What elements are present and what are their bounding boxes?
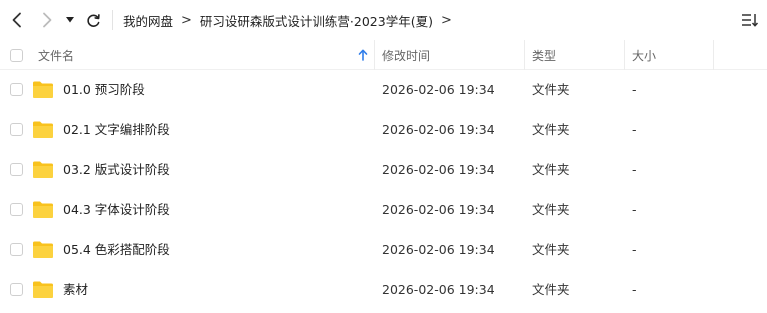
file-modified-time: 2026-02-06 19:34 — [382, 202, 495, 217]
row-checkbox[interactable] — [10, 243, 23, 256]
row-checkbox[interactable] — [10, 123, 23, 136]
file-modified-time: 2026-02-06 19:34 — [382, 282, 495, 297]
file-modified-time: 2026-02-06 19:34 — [382, 162, 495, 177]
caret-down-icon — [66, 17, 74, 23]
toolbar-divider — [112, 10, 113, 30]
row-checkbox[interactable] — [10, 283, 23, 296]
row-checkbox[interactable] — [10, 163, 23, 176]
row-checkbox[interactable] — [10, 83, 23, 96]
select-all-checkbox[interactable] — [10, 49, 23, 62]
file-name[interactable]: 素材 — [63, 270, 88, 310]
row-checkbox[interactable] — [10, 203, 23, 216]
file-size: - — [632, 82, 637, 97]
file-type: 文件夹 — [532, 282, 570, 297]
column-divider — [624, 40, 625, 70]
column-header-size[interactable]: 大小 — [624, 40, 714, 70]
forward-button[interactable] — [35, 8, 59, 32]
table-row[interactable]: 04.3 字体设计阶段 2026-02-06 19:34 文件夹 - — [0, 190, 767, 230]
table-row[interactable]: 素材 2026-02-06 19:34 文件夹 - — [0, 270, 767, 310]
column-divider — [374, 40, 375, 70]
sort-ascending-arrow-icon[interactable] — [358, 49, 368, 61]
breadcrumb: 我的网盘 > 研习设研森版式设计训练营·2023学年(夏) > — [123, 0, 460, 40]
history-dropdown-button[interactable] — [60, 8, 80, 32]
toolbar: 我的网盘 > 研习设研森版式设计训练营·2023学年(夏) > — [0, 0, 767, 40]
file-name[interactable]: 04.3 字体设计阶段 — [63, 190, 170, 230]
refresh-button[interactable] — [81, 8, 105, 32]
file-type: 文件夹 — [532, 162, 570, 177]
chevron-left-icon — [12, 12, 21, 28]
sort-options-button[interactable] — [739, 9, 761, 31]
back-button[interactable] — [5, 8, 29, 32]
sort-list-icon — [742, 14, 759, 27]
file-size: - — [632, 202, 637, 217]
column-header-name-label: 文件名 — [38, 48, 75, 63]
file-modified-time: 2026-02-06 19:34 — [382, 242, 495, 257]
column-header-type[interactable]: 类型 — [524, 40, 624, 70]
file-modified-time: 2026-02-06 19:34 — [382, 122, 495, 137]
column-header-size-label: 大小 — [632, 48, 657, 63]
breadcrumb-expand-icon[interactable]: > — [441, 13, 452, 28]
breadcrumb-item-current[interactable]: 研习设研森版式设计训练营·2023学年(夏) — [200, 11, 433, 30]
folder-icon — [33, 241, 53, 258]
table-row[interactable]: 05.4 色彩搭配阶段 2026-02-06 19:34 文件夹 - — [0, 230, 767, 270]
column-header-modified[interactable]: 修改时间 — [374, 40, 524, 70]
file-type: 文件夹 — [532, 242, 570, 257]
folder-icon — [33, 201, 53, 218]
folder-icon — [33, 121, 53, 138]
folder-icon — [33, 281, 53, 298]
file-type: 文件夹 — [532, 122, 570, 137]
file-size: - — [632, 162, 637, 177]
file-type: 文件夹 — [532, 82, 570, 97]
column-divider — [713, 40, 714, 70]
folder-icon — [33, 161, 53, 178]
file-type: 文件夹 — [532, 202, 570, 217]
file-size: - — [632, 242, 637, 257]
file-name[interactable]: 05.4 色彩搭配阶段 — [63, 230, 170, 270]
folder-icon — [33, 81, 53, 98]
chevron-right-icon — [43, 12, 52, 28]
breadcrumb-item-root[interactable]: 我的网盘 — [123, 11, 173, 30]
column-divider — [524, 40, 525, 70]
table-row[interactable]: 03.2 版式设计阶段 2026-02-06 19:34 文件夹 - — [0, 150, 767, 190]
column-header-type-label: 类型 — [532, 48, 557, 63]
column-header-name[interactable]: 文件名 — [38, 40, 374, 70]
file-name[interactable]: 02.1 文字编排阶段 — [63, 110, 170, 150]
file-name[interactable]: 01.0 预习阶段 — [63, 70, 145, 110]
file-name[interactable]: 03.2 版式设计阶段 — [63, 150, 170, 190]
refresh-icon — [86, 13, 100, 27]
file-list-header: 文件名 修改时间 类型 大小 — [0, 40, 767, 70]
breadcrumb-separator-icon: > — [181, 12, 192, 28]
table-row[interactable]: 02.1 文字编排阶段 2026-02-06 19:34 文件夹 - — [0, 110, 767, 150]
file-size: - — [632, 282, 637, 297]
file-size: - — [632, 122, 637, 137]
column-header-modified-label: 修改时间 — [382, 48, 431, 63]
file-modified-time: 2026-02-06 19:34 — [382, 82, 495, 97]
table-row[interactable]: 01.0 预习阶段 2026-02-06 19:34 文件夹 - — [0, 70, 767, 110]
